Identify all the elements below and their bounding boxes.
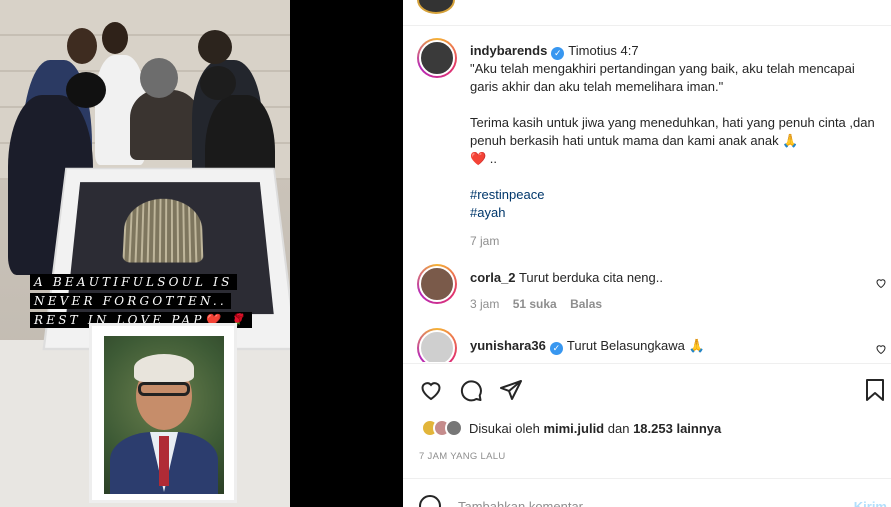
comment-time: 3 jam — [470, 297, 500, 311]
author-avatar[interactable] — [417, 38, 457, 78]
comment-content: corla_2 Turut berduka cita neng.. 3 jam … — [470, 264, 663, 311]
commenter-username[interactable]: yunishara36 — [470, 338, 546, 353]
comment-text: Turut berduka cita neng.. — [518, 270, 663, 285]
bookmark-icon[interactable] — [864, 378, 890, 404]
caption-heart-line: ❤️ .. — [470, 151, 498, 166]
comment-text: Turut Belasungkawa 🙏 — [566, 338, 705, 353]
post-caption: indybarends ✓ Timotius 4:7 "Aku telah meng… — [417, 38, 880, 248]
caption-content: indybarends ✓ Timotius 4:7 "Aku telah meng… — [470, 38, 880, 248]
photo-head — [200, 66, 236, 100]
portrait-photo — [104, 336, 224, 494]
commenter-avatar[interactable] — [417, 264, 457, 304]
likes-user[interactable]: mimi.julid — [543, 421, 604, 436]
caption-quote: "Aku telah mengakhiri pertandingan yang … — [470, 61, 855, 94]
casket-lace — [122, 198, 204, 263]
photo-head — [198, 30, 232, 64]
likes-summary: Disukai oleh mimi.julid dan 18.253 lainn… — [421, 419, 721, 437]
post-header — [403, 0, 891, 26]
comment-item: corla_2 Turut berduka cita neng.. 3 jam … — [417, 264, 663, 311]
heart-icon[interactable] — [419, 378, 445, 404]
memorial-portrait — [89, 323, 237, 503]
photo-head — [102, 22, 128, 54]
photo-person — [130, 90, 200, 160]
likes-connector: dan — [607, 420, 630, 436]
photo-head — [67, 28, 97, 64]
comment-like-icon[interactable] — [875, 277, 887, 289]
hashtag-link[interactable]: #restinpeace — [470, 186, 880, 204]
share-icon[interactable] — [499, 378, 525, 404]
comment-icon[interactable] — [459, 378, 485, 404]
emoji-icon[interactable] — [419, 495, 441, 507]
comment-item: yunishara36 ✓ Turut Belasungkawa 🙏 — [417, 328, 705, 362]
likes-count[interactable]: 18.253 lainnya — [633, 421, 721, 436]
post-comment-button[interactable]: Kirim — [854, 499, 887, 507]
comment-likes[interactable]: 51 suka — [513, 297, 557, 311]
likes-prefix: Disukai oleh — [469, 420, 540, 436]
portrait-glasses — [138, 382, 190, 396]
comment-bar: Tambahkan komentar... Kirim — [403, 478, 891, 507]
portrait-hair — [134, 354, 194, 382]
verified-icon: ✓ — [551, 47, 565, 60]
portrait-tie — [159, 436, 169, 486]
hashtag-link[interactable]: #ayah — [470, 204, 880, 222]
action-bar — [403, 363, 891, 417]
posted-ago[interactable]: 7 JAM YANG LALU — [419, 451, 506, 462]
caption-message: Terima kasih untuk jiwa yang meneduhkan,… — [470, 115, 875, 148]
comment-input[interactable]: Tambahkan komentar... — [458, 499, 593, 507]
header-avatar[interactable] — [417, 0, 455, 14]
likes-text: Disukai oleh mimi.julid dan 18.253 lainn… — [469, 421, 721, 436]
post-image: A BEAUTIFULSOUL IS NEVER FORGOTTEN.. RES… — [0, 0, 290, 507]
photo-head — [140, 58, 178, 98]
photo-caption-line: NEVER FORGOTTEN.. — [30, 293, 231, 309]
reply-button[interactable]: Balas — [570, 297, 602, 311]
comment-like-icon[interactable] — [875, 343, 887, 355]
post-details-panel: indybarends ✓ Timotius 4:7 "Aku telah meng… — [403, 0, 891, 507]
commenter-username[interactable]: corla_2 — [470, 270, 516, 285]
photo-caption-line: A BEAUTIFULSOUL IS — [30, 274, 237, 290]
liker-avatar[interactable] — [445, 419, 463, 437]
caption-time: 7 jam — [470, 234, 500, 248]
comment-content: yunishara36 ✓ Turut Belasungkawa 🙏 — [470, 337, 705, 362]
caption-verse: Timotius 4:7 — [568, 43, 639, 58]
comment-meta: 3 jam 51 suka Balas — [470, 297, 663, 311]
photo-head — [66, 72, 106, 108]
post-modal: A BEAUTIFULSOUL IS NEVER FORGOTTEN.. RES… — [0, 0, 891, 507]
verified-icon: ✓ — [549, 342, 563, 355]
author-username[interactable]: indybarends — [470, 43, 547, 58]
commenter-avatar[interactable] — [417, 328, 457, 362]
